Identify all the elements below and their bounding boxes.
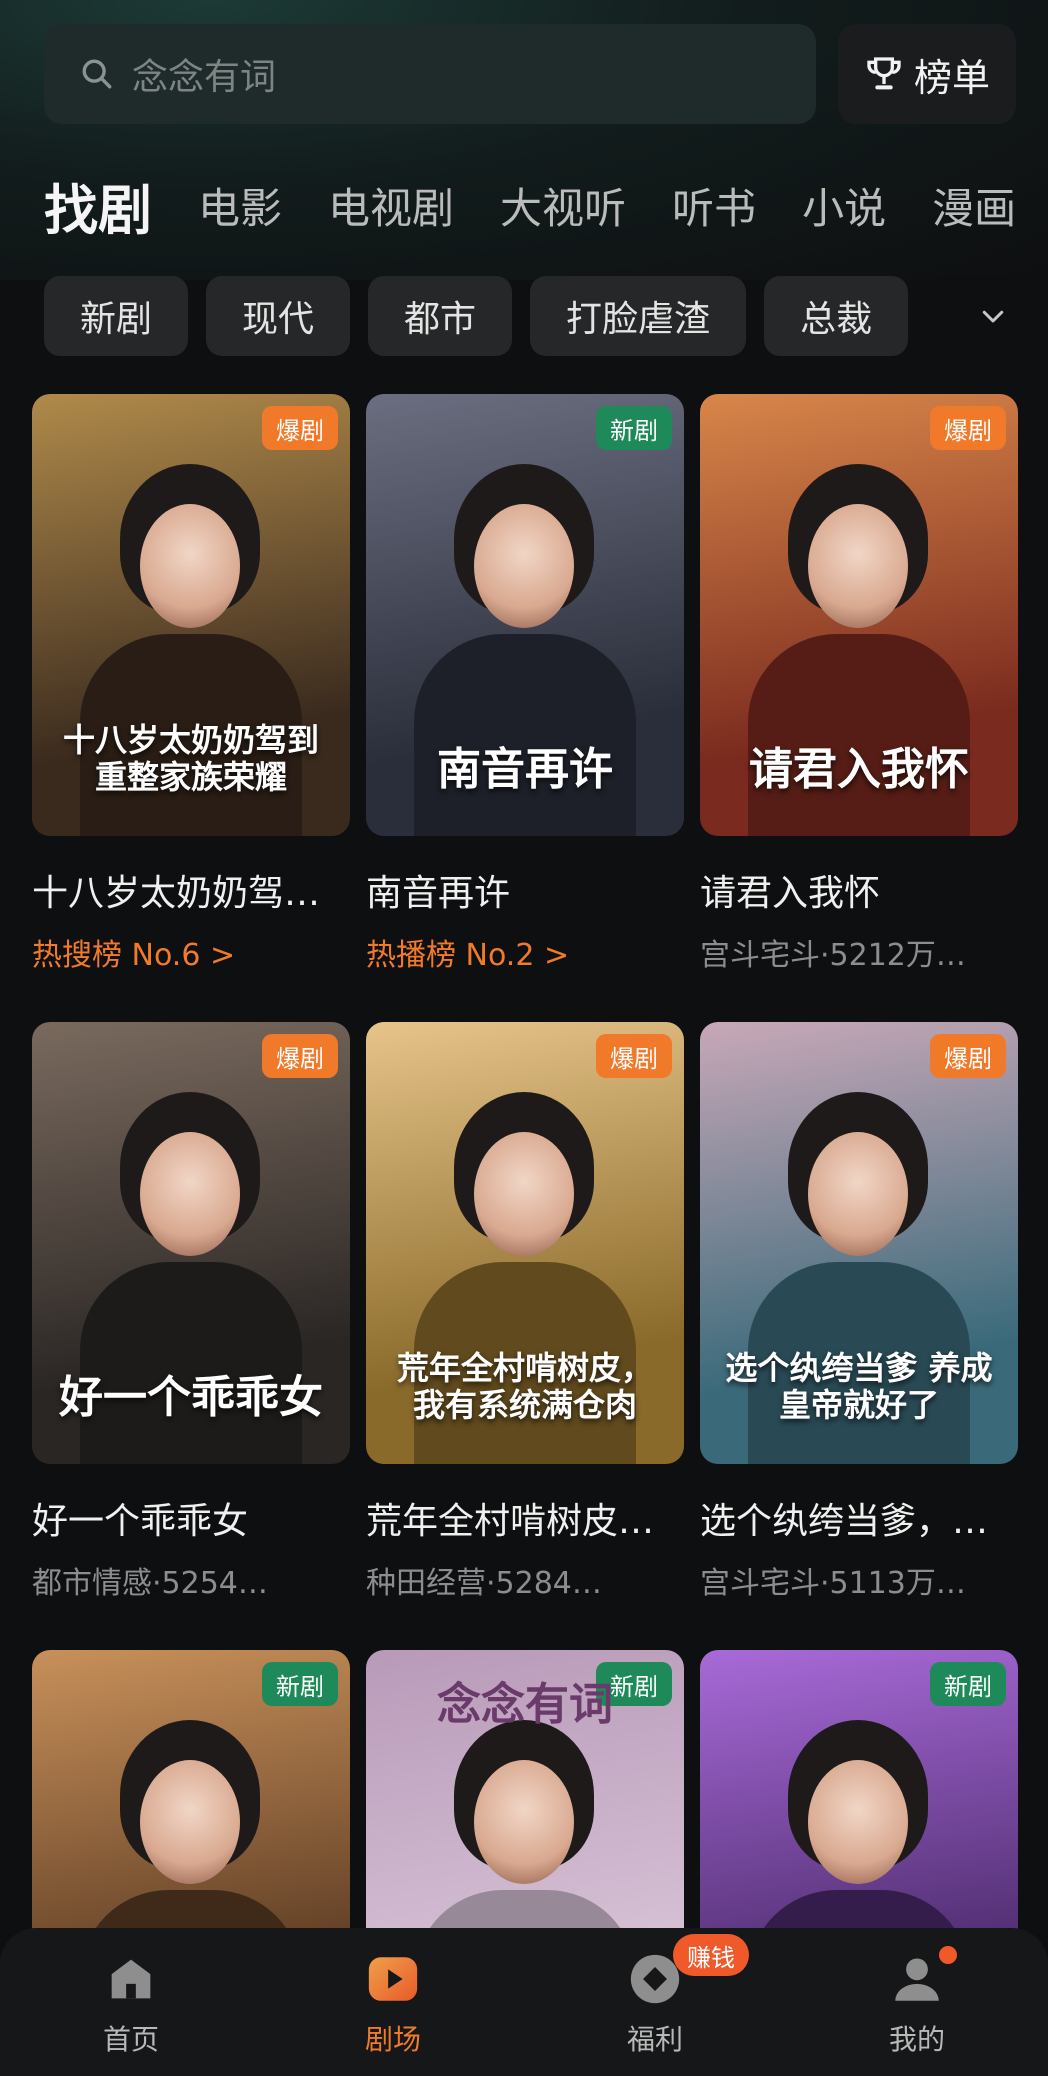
poster-figure-face	[140, 504, 240, 628]
search-icon	[82, 59, 112, 89]
filter-chips: 新剧 现代 都市 打脸虐渣 总裁	[44, 276, 1048, 356]
nav-profile[interactable]: 我的	[817, 1946, 1017, 2058]
drama-card[interactable]: 爆剧十八岁太奶奶驾到 重整家族荣耀十八岁太奶奶驾… 热搜榜 No.6 >	[32, 394, 350, 974]
poster-title-art: 十八岁太奶奶驾到 重整家族荣耀	[62, 721, 319, 797]
chevron-down-icon	[982, 310, 1004, 323]
drama-genre-views: 宫斗宅斗·5113万…	[700, 1566, 966, 1601]
poster-figure-face	[140, 1132, 240, 1256]
hot-drama-badge: 爆剧	[262, 1034, 338, 1078]
rank-button-label: 榜单	[913, 55, 990, 100]
poster-figure-face	[808, 504, 908, 628]
nav-home[interactable]: 首页	[31, 1950, 231, 2058]
drama-title[interactable]: 荒年全村啃树皮…	[366, 1492, 684, 1544]
category-tabs: 找剧 电影 电视剧 大视听 听书 小说 漫画	[44, 160, 1048, 250]
poster-title-art: 选个纨绔当爹 养成皇帝就好了	[725, 1349, 993, 1425]
poster-title-art: 念念有词	[437, 1679, 613, 1730]
new-drama-badge: 新剧	[262, 1662, 338, 1706]
poster-figure-face	[474, 504, 574, 628]
drama-poster[interactable]: 爆剧好一个乖乖女	[32, 1022, 350, 1464]
chips-expand[interactable]	[916, 276, 1048, 356]
new-drama-badge: 新剧	[930, 1662, 1006, 1706]
chip-new-drama[interactable]: 新剧	[44, 276, 189, 356]
poster-figure-face	[808, 1760, 908, 1884]
hot-drama-badge: 爆剧	[596, 1034, 672, 1078]
bottom-nav: 首页 剧场 赚钱 福利 我的	[0, 1928, 1048, 2076]
drama-title[interactable]: 十八岁太奶奶驾…	[32, 864, 350, 916]
poster-figure-body	[748, 634, 970, 836]
theater-play-icon	[368, 1957, 418, 2001]
nav-theater-label: 剧场	[364, 2023, 421, 2056]
drama-card[interactable]: 新剧 南音再许 南音再许 热播榜 No.2 >	[366, 394, 684, 974]
drama-genre-views: 种田经营·5284…	[366, 1566, 602, 1601]
drama-title[interactable]: 南音再许	[366, 864, 684, 916]
search-bar[interactable]: 念念有词	[44, 24, 816, 124]
drama-grid: 爆剧 十八岁太奶奶驾到 重整家族荣耀 十八岁太奶奶驾… 热搜榜 No.6 > 新剧 南音再…	[32, 394, 1018, 2076]
tab-big-av[interactable]: 大视听	[500, 175, 626, 236]
drama-card[interactable]: 爆剧好一个乖乖女 好一个乖乖女都市情感·5254…	[32, 1022, 350, 1602]
drama-title[interactable]: 选个纨绔当爹，…	[700, 1492, 1018, 1544]
hot-drama-badge: 爆剧	[930, 406, 1006, 450]
rank-list-button[interactable]: 榜单	[838, 24, 1016, 124]
nav-theater[interactable]: 剧场	[293, 1950, 493, 2058]
poster-title-art: 请君入我怀	[749, 744, 969, 796]
drama-genre-views: 宫斗宅斗·5212万…	[700, 938, 966, 973]
drama-title[interactable]: 请君入我怀	[700, 864, 1018, 916]
drama-genre-views: 都市情感·5254…	[32, 1566, 268, 1601]
hot-drama-badge: 爆剧	[930, 1034, 1006, 1078]
drama-poster[interactable]: 新剧南音再许	[366, 394, 684, 836]
tab-novel[interactable]: 小说	[802, 175, 886, 236]
tab-tv-series[interactable]: 电视剧	[328, 175, 454, 236]
poster-figure-face	[140, 1760, 240, 1884]
drama-card[interactable]: 爆剧 请君入我怀 请君入我怀 宫斗宅斗·5212万…	[700, 394, 1018, 974]
trophy-icon	[867, 57, 901, 90]
chip-modern[interactable]: 现代	[206, 276, 351, 356]
chip-face-slap[interactable]: 打脸虐渣	[530, 276, 747, 356]
search-placeholder: 念念有词	[132, 57, 277, 98]
chip-urban[interactable]: 都市	[368, 276, 513, 356]
drama-card[interactable]: 爆剧选个纨绔当爹 养成皇帝就好了选个纨绔当爹，… 宫斗宅斗·5113万…	[700, 1022, 1018, 1602]
tab-movie[interactable]: 电影	[198, 175, 282, 236]
drama-rank-link[interactable]: 热搜榜 No.6 >	[32, 930, 350, 974]
drama-poster[interactable]: 爆剧荒年全村啃树皮，我有系统满仓肉	[366, 1022, 684, 1464]
poster-title-art: 荒年全村啃树皮，我有系统满仓肉	[396, 1349, 653, 1425]
drama-poster[interactable]: 爆剧十八岁太奶奶驾到 重整家族荣耀	[32, 394, 350, 836]
drama-card[interactable]: 爆剧荒年全村啃树皮，我有系统满仓肉荒年全村啃树皮… 种田经营·5284…	[366, 1022, 684, 1602]
hot-drama-badge: 爆剧	[262, 406, 338, 450]
tab-audiobook[interactable]: 听书	[672, 175, 756, 236]
earn-money-badge: 赚钱	[673, 1934, 749, 1976]
nav-home-label: 首页	[102, 2023, 159, 2056]
poster-figure-face	[474, 1760, 574, 1884]
tab-find-drama[interactable]: 找剧	[44, 166, 152, 245]
nav-welfare[interactable]: 赚钱 福利	[555, 1934, 755, 2058]
poster-title-art: 南音再许	[437, 744, 613, 796]
poster-figure-body	[414, 634, 636, 836]
chip-ceo[interactable]: 总裁	[764, 276, 909, 356]
nav-welfare-label: 福利	[626, 2023, 683, 2056]
drama-title[interactable]: 好一个乖乖女	[32, 1492, 350, 1544]
poster-title-art: 好一个乖乖女	[59, 1372, 323, 1424]
drama-poster[interactable]: 爆剧请君入我怀	[700, 394, 1018, 836]
drama-poster[interactable]: 爆剧选个纨绔当爹 养成皇帝就好了	[700, 1022, 1018, 1464]
notification-dot	[939, 1946, 957, 1964]
poster-figure-face	[808, 1132, 908, 1256]
tab-comic[interactable]: 漫画	[932, 175, 1016, 236]
home-icon	[111, 1959, 151, 1999]
poster-figure-body	[80, 1262, 302, 1464]
nav-profile-label: 我的	[888, 2023, 945, 2056]
new-drama-badge: 新剧	[596, 406, 672, 450]
drama-rank-link[interactable]: 热播榜 No.2 >	[366, 930, 684, 974]
profile-icon	[895, 1958, 939, 2001]
poster-figure-face	[474, 1132, 574, 1256]
